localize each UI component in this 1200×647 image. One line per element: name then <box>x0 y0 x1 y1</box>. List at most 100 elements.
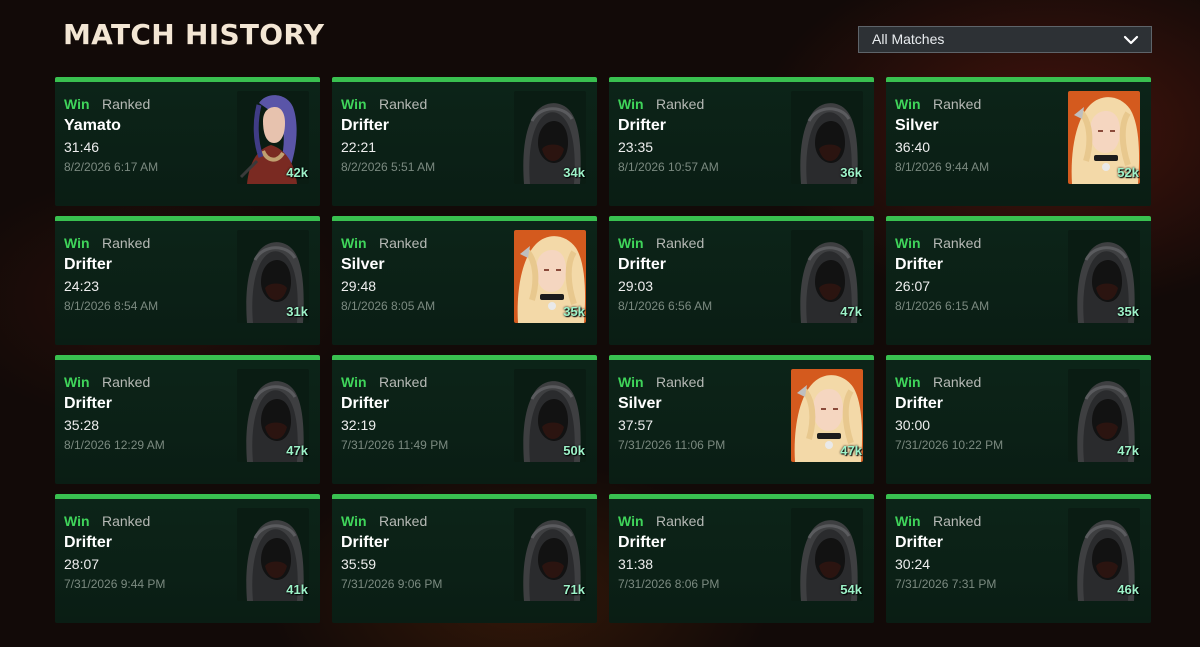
match-duration: 29:48 <box>341 278 377 294</box>
match-card[interactable]: Win Ranked Silver 36:40 8/1/2026 9:44 AM 52k <box>886 77 1151 206</box>
match-date: 8/2/2026 6:17 AM <box>64 160 159 174</box>
match-mode: Ranked <box>379 513 428 529</box>
match-card[interactable]: Win Ranked Drifter 24:23 8/1/2026 8:54 AM 31k <box>55 216 320 345</box>
match-card[interactable]: Win Ranked Yamato 31:46 8/2/2026 6:17 AM 42k <box>55 77 320 206</box>
drifter-portrait: 35k <box>1068 230 1140 323</box>
match-mode: Ranked <box>933 513 982 529</box>
damage-value: 50k <box>563 443 585 458</box>
match-result: Win <box>341 235 367 251</box>
match-card[interactable]: Win Ranked Drifter 35:28 8/1/2026 12:29 AM 47… <box>55 355 320 484</box>
match-card[interactable]: Win Ranked Drifter 30:00 7/31/2026 10:22 PM 4… <box>886 355 1151 484</box>
match-mode: Ranked <box>933 96 982 112</box>
damage-value: 36k <box>840 165 862 180</box>
match-date: 7/31/2026 8:06 PM <box>618 577 720 591</box>
hero-name: Silver <box>895 117 939 134</box>
match-mode: Ranked <box>933 235 982 251</box>
damage-value: 35k <box>563 304 585 319</box>
match-duration: 24:23 <box>64 278 100 294</box>
silver-portrait: 52k <box>1068 91 1140 184</box>
match-result: Win <box>341 513 367 529</box>
hero-name: Drifter <box>64 256 113 273</box>
match-mode: Ranked <box>102 96 151 112</box>
match-result: Win <box>618 235 644 251</box>
match-result: Win <box>64 96 90 112</box>
match-duration: 30:24 <box>895 556 931 572</box>
match-result: Win <box>64 374 90 390</box>
match-mode: Ranked <box>102 513 151 529</box>
match-duration: 30:00 <box>895 417 931 433</box>
damage-value: 71k <box>563 582 585 597</box>
match-result: Win <box>341 96 367 112</box>
drifter-portrait: 47k <box>791 230 863 323</box>
drifter-portrait: 47k <box>1068 369 1140 462</box>
match-card[interactable]: Win Ranked Drifter 29:03 8/1/2026 6:56 AM 47k <box>609 216 874 345</box>
match-card[interactable]: Win Ranked Drifter 28:07 7/31/2026 9:44 PM 41… <box>55 494 320 623</box>
match-mode: Ranked <box>379 96 428 112</box>
match-result: Win <box>618 96 644 112</box>
match-date: 8/1/2026 6:15 AM <box>895 299 990 313</box>
match-duration: 31:46 <box>64 139 100 155</box>
silver-portrait: 35k <box>514 230 586 323</box>
match-duration: 37:57 <box>618 417 654 433</box>
damage-value: 47k <box>286 443 308 458</box>
match-card[interactable]: Win Ranked Drifter 32:19 7/31/2026 11:49 PM 5… <box>332 355 597 484</box>
damage-value: 47k <box>840 443 862 458</box>
match-mode: Ranked <box>656 374 705 390</box>
drifter-portrait: 50k <box>514 369 586 462</box>
hero-name: Drifter <box>341 395 390 412</box>
match-result: Win <box>895 374 921 390</box>
filter-selected-value: All Matches <box>872 31 945 47</box>
match-date: 8/1/2026 8:05 AM <box>341 299 436 313</box>
match-card[interactable]: Win Ranked Silver 37:57 7/31/2026 11:06 PM 47… <box>609 355 874 484</box>
drifter-portrait: 71k <box>514 508 586 601</box>
match-result: Win <box>618 374 644 390</box>
match-duration: 35:28 <box>64 417 100 433</box>
silver-portrait: 47k <box>791 369 863 462</box>
match-card[interactable]: Win Ranked Drifter 35:59 7/31/2026 9:06 PM 71… <box>332 494 597 623</box>
damage-value: 47k <box>840 304 862 319</box>
damage-value: 52k <box>1117 165 1139 180</box>
hero-name: Drifter <box>341 117 390 134</box>
drifter-portrait: 34k <box>514 91 586 184</box>
match-duration: 35:59 <box>341 556 377 572</box>
match-mode: Ranked <box>656 235 705 251</box>
match-date: 7/31/2026 11:49 PM <box>341 438 449 452</box>
hero-name: Silver <box>618 395 662 412</box>
match-card[interactable]: Win Ranked Drifter 22:21 8/2/2026 5:51 AM 34k <box>332 77 597 206</box>
match-card[interactable]: Win Ranked Drifter 30:24 7/31/2026 7:31 PM 46… <box>886 494 1151 623</box>
match-card[interactable]: Win Ranked Silver 29:48 8/1/2026 8:05 AM 35k <box>332 216 597 345</box>
hero-name: Yamato <box>64 117 121 134</box>
match-result: Win <box>618 513 644 529</box>
match-grid: Win Ranked Yamato 31:46 8/2/2026 6:17 AM 42k W… <box>55 77 1153 623</box>
match-filter-dropdown[interactable]: All Matches <box>858 26 1152 53</box>
match-card[interactable]: Win Ranked Drifter 31:38 7/31/2026 8:06 PM 54… <box>609 494 874 623</box>
match-date: 8/1/2026 6:56 AM <box>618 299 713 313</box>
match-duration: 22:21 <box>341 139 377 155</box>
page-title: MATCH HISTORY <box>63 18 325 51</box>
match-result: Win <box>895 235 921 251</box>
damage-value: 47k <box>1117 443 1139 458</box>
hero-name: Drifter <box>618 534 667 551</box>
chevron-down-icon <box>1123 35 1139 45</box>
drifter-portrait: 36k <box>791 91 863 184</box>
match-date: 8/1/2026 8:54 AM <box>64 299 159 313</box>
drifter-portrait: 47k <box>237 369 309 462</box>
hero-name: Silver <box>341 256 385 273</box>
match-card[interactable]: Win Ranked Drifter 23:35 8/1/2026 10:57 AM 36… <box>609 77 874 206</box>
drifter-portrait: 31k <box>237 230 309 323</box>
match-duration: 32:19 <box>341 417 377 433</box>
hero-name: Drifter <box>895 534 944 551</box>
match-duration: 23:35 <box>618 139 654 155</box>
damage-value: 54k <box>840 582 862 597</box>
match-duration: 36:40 <box>895 139 931 155</box>
match-mode: Ranked <box>656 96 705 112</box>
damage-value: 42k <box>286 165 308 180</box>
match-result: Win <box>895 513 921 529</box>
hero-name: Drifter <box>618 256 667 273</box>
match-card[interactable]: Win Ranked Drifter 26:07 8/1/2026 6:15 AM 35k <box>886 216 1151 345</box>
match-date: 7/31/2026 9:44 PM <box>64 577 166 591</box>
hero-name: Drifter <box>895 256 944 273</box>
match-date: 7/31/2026 9:06 PM <box>341 577 443 591</box>
match-date: 8/2/2026 5:51 AM <box>341 160 436 174</box>
match-mode: Ranked <box>102 374 151 390</box>
